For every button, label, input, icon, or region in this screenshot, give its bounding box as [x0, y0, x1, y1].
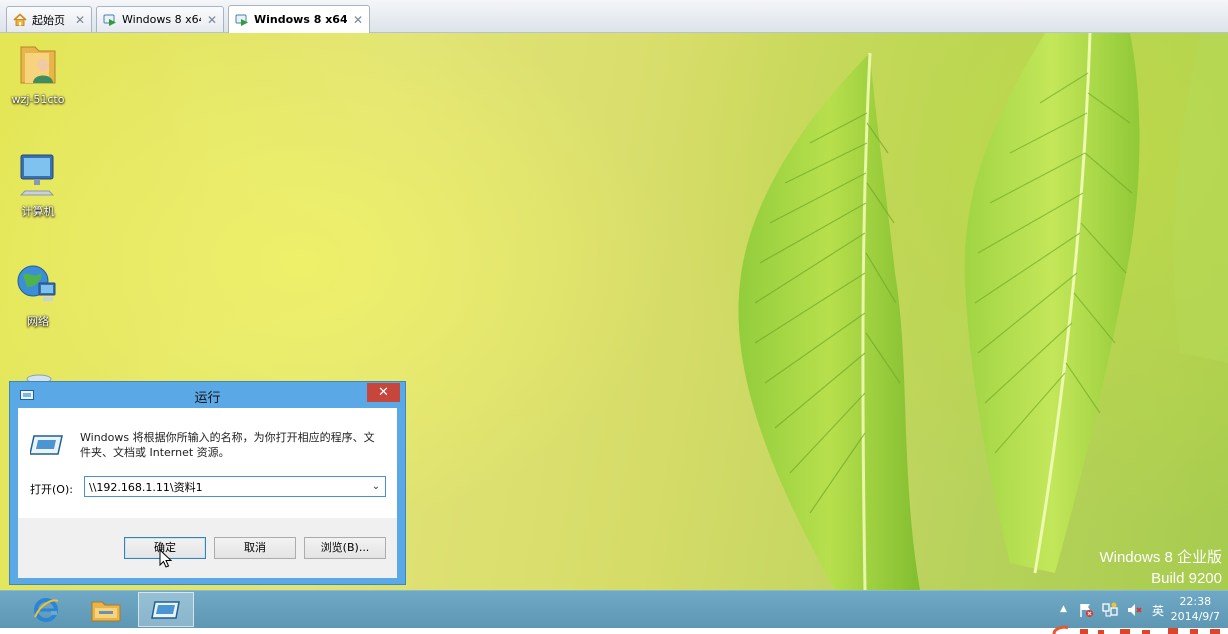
tab-label: Windows 8 x64 [122, 13, 201, 26]
tab-close-button[interactable]: ✕ [353, 13, 363, 27]
open-label: 打开(O): [30, 483, 73, 496]
run-dialog-titlebar[interactable]: 运行 ✕ [10, 382, 405, 408]
run-program-icon [30, 435, 63, 455]
home-icon [13, 12, 27, 26]
network-icon [17, 265, 56, 301]
desktop-icon-label: 网络 [27, 315, 49, 328]
host-status-strip [0, 628, 1228, 634]
open-history-dropdown[interactable]: ⌄ [368, 478, 384, 495]
user-folder-icon [20, 46, 56, 84]
cancel-button[interactable]: 取消 [214, 537, 296, 559]
show-hidden-icons-button[interactable]: ▲ [1060, 604, 1067, 614]
taskbar-run-dialog[interactable] [138, 592, 194, 627]
desktop-icon-computer[interactable]: 计算机 [3, 151, 73, 219]
chevron-up-icon: ▲ [1060, 604, 1067, 614]
desktop-icon-user-folder[interactable]: wzj-51cto [3, 39, 73, 106]
wallpaper-leaves [738, 33, 1228, 590]
tab-windows-8-x64-2[interactable]: Windows 8 x64-2 ✕ [228, 5, 370, 33]
desktop-icon-label: wzj-51cto [11, 93, 65, 106]
taskbar-internet-explorer[interactable] [20, 592, 72, 627]
run-dialog-icon [151, 600, 180, 619]
computer-icon [19, 154, 55, 196]
taskbar: ▲ 英 22:38 2014/9/7 [0, 590, 1228, 628]
tab-close-button[interactable]: ✕ [75, 13, 85, 27]
windows-version-watermark: Windows 8 企业版 Build 9200 [1099, 547, 1222, 589]
clock[interactable]: 22:38 2014/9/7 [1171, 594, 1220, 624]
desktop-icon-network[interactable]: 网络 [3, 261, 73, 329]
mouse-cursor-icon [159, 549, 173, 568]
close-icon: ✕ [378, 385, 389, 400]
ime-indicator[interactable]: 英 [1152, 602, 1164, 619]
file-explorer-icon [91, 601, 121, 621]
clock-time: 22:38 [1179, 595, 1212, 608]
watermark-edition: Windows 8 企业版 [1099, 549, 1222, 566]
open-command-input[interactable] [84, 476, 386, 497]
tab-label: 起始页 [32, 13, 65, 27]
tab-bar: 起始页 ✕ Windows 8 x64 ✕ Windows 8 x64-2 ✕ [0, 0, 1228, 33]
internet-explorer-icon [34, 597, 59, 622]
vm-icon [103, 14, 116, 26]
action-center-flag-icon[interactable] [1078, 602, 1094, 618]
chevron-down-icon: ⌄ [371, 481, 381, 492]
run-description: Windows 将根据你所输入的名称，为你打开相应的程序、文件夹、文档或 Int… [80, 431, 375, 459]
tab-windows-8-x64[interactable]: Windows 8 x64 ✕ [96, 6, 224, 32]
network-status-icon[interactable] [1102, 602, 1118, 618]
system-tray: ▲ 英 22:38 2014/9/7 [1028, 591, 1228, 629]
desktop-icon-label: 计算机 [21, 205, 55, 218]
host-logo-fragment [1052, 625, 1220, 634]
close-button[interactable]: ✕ [367, 383, 400, 402]
tab-label: Windows 8 x64-2 [254, 13, 347, 26]
vm-icon [235, 14, 248, 26]
run-dialog-body: Windows 将根据你所输入的名称，为你打开相应的程序、文件夹、文档或 Int… [18, 408, 397, 578]
run-dialog: 运行 ✕ Windows 将根据你所输入的名称，为你打开相应的程序、文件夹、文档… [9, 381, 406, 585]
taskbar-file-explorer[interactable] [80, 592, 132, 627]
run-dialog-title: 运行 [194, 391, 221, 406]
watermark-build: Build 9200 [1151, 570, 1222, 587]
speaker-muted-icon[interactable] [1126, 602, 1142, 618]
browse-button[interactable]: 浏览(B)... [304, 537, 386, 559]
clock-date: 2014/9/7 [1170, 610, 1220, 623]
tab-close-button[interactable]: ✕ [207, 13, 217, 27]
tab-start-page[interactable]: 起始页 ✕ [6, 6, 92, 32]
